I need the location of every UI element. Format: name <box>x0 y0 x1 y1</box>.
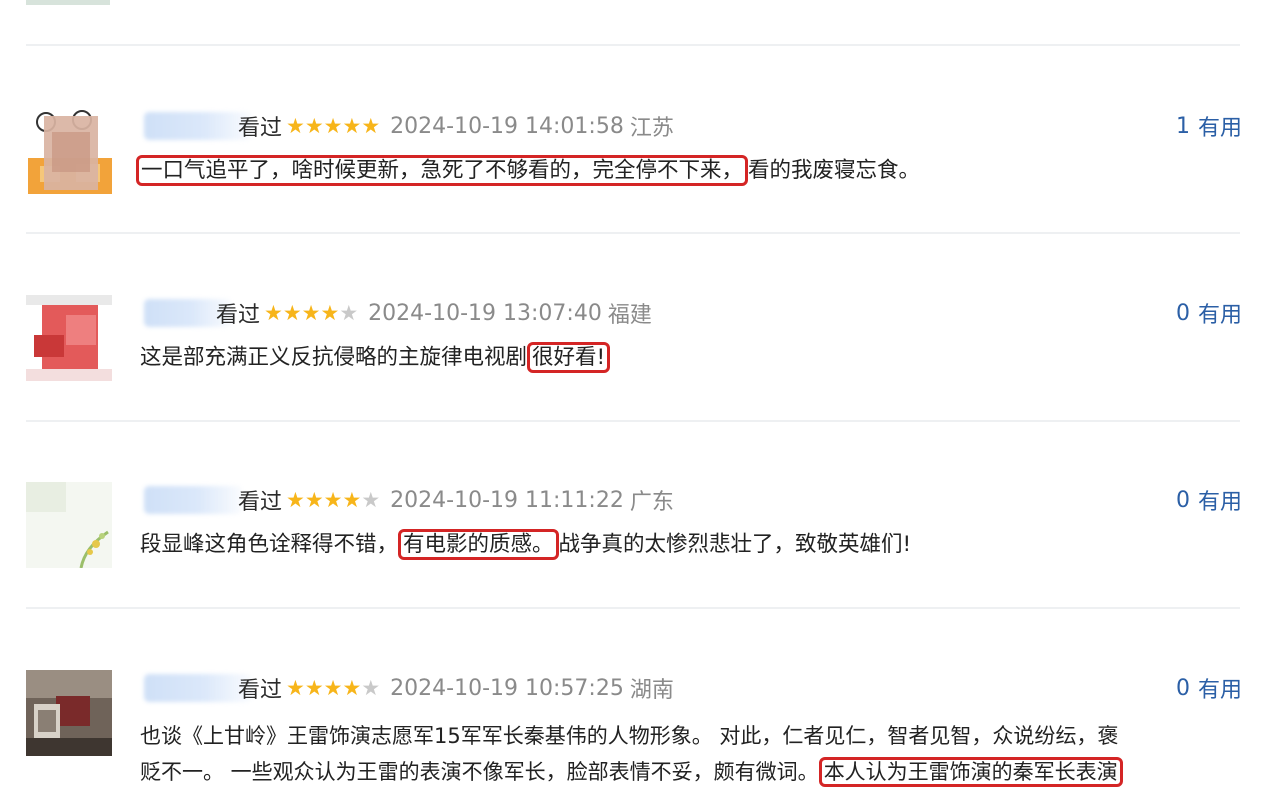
highlighted-text: 很好看! <box>527 342 611 373</box>
review-region: 江苏 <box>629 116 674 141</box>
useful-label: 有用 <box>1197 116 1242 141</box>
useful-count: 1 <box>1175 113 1190 139</box>
content-text: 看的我废寝忘食。 <box>748 158 921 183</box>
review-meta: 看过 ★★★★★ 2024-10-19 10:57:25 湖南 <box>238 670 674 706</box>
review-time: 2024-10-19 13:07:40 <box>368 300 602 326</box>
divider <box>26 44 1240 46</box>
watched-label: 看过 <box>238 490 283 515</box>
star-rating: ★★★★★ <box>264 301 358 325</box>
username-blurred[interactable] <box>144 674 252 702</box>
useful-count: 0 <box>1175 300 1190 326</box>
useful-button[interactable]: 1 有用 <box>1176 108 1242 144</box>
useful-button[interactable]: 0 有用 <box>1176 295 1242 331</box>
highlighted-text: 本人认为王雷饰演的秦军长表演 <box>818 757 1123 787</box>
divider <box>26 420 1240 422</box>
divider <box>26 607 1240 609</box>
star-empty-icon: ★ <box>361 488 381 512</box>
review-meta: 看过 ★★★★★ 2024-10-19 13:07:40 福建 <box>216 295 652 331</box>
review-region: 福建 <box>607 303 652 328</box>
watched-label: 看过 <box>238 678 283 703</box>
content-text: 贬不一。 一些观众认为王雷的表演不像军长，脸部表情不妥，颇有微词。 <box>140 760 819 784</box>
watched-label: 看过 <box>238 116 283 141</box>
review-region: 广东 <box>629 490 674 515</box>
star-rating: ★★★★★ <box>286 488 380 512</box>
review-time: 2024-10-19 11:11:22 <box>390 487 624 513</box>
content-text: 段显峰这角色诠释得不错， <box>140 532 399 557</box>
highlighted-text: 有电影的质感。 <box>398 529 559 560</box>
useful-label: 有用 <box>1197 303 1242 328</box>
star-icon: ★★★★ <box>286 676 362 700</box>
useful-button[interactable]: 0 有用 <box>1176 482 1242 518</box>
content-text: 战争真的太惨烈悲壮了，致敬英雄们! <box>558 532 912 557</box>
content-line: 贬不一。 一些观众认为王雷的表演不像军长，脸部表情不妥，颇有微词。 本人认为王雷饰… <box>140 754 1123 790</box>
review-time: 2024-10-19 10:57:25 <box>390 675 624 701</box>
avatar[interactable] <box>26 108 112 194</box>
star-icon: ★★★★★ <box>286 114 381 138</box>
username-blurred[interactable] <box>144 486 242 514</box>
review-meta: 看过 ★★★★★ 2024-10-19 11:11:22 广东 <box>238 482 674 518</box>
previous-review-avatar-edge <box>26 0 110 5</box>
star-empty-icon: ★ <box>361 676 381 700</box>
review-content: 段显峰这角色诠释得不错， 有电影的质感。 战争真的太惨烈悲壮了，致敬英雄们! <box>140 526 911 564</box>
review-content: 一口气追平了，啥时候更新，急死了不够看的，完全停不下来， 看的我废寝忘食。 <box>136 152 920 190</box>
star-empty-icon: ★ <box>339 301 359 325</box>
useful-button[interactable]: 0 有用 <box>1176 670 1242 706</box>
useful-count: 0 <box>1175 487 1190 513</box>
review-time: 2024-10-19 14:01:58 <box>390 113 624 139</box>
star-icon: ★★★★ <box>286 488 362 512</box>
divider <box>26 232 1240 234</box>
avatar[interactable] <box>26 295 112 381</box>
review-meta: 看过 ★★★★★ 2024-10-19 14:01:58 江苏 <box>238 108 674 144</box>
content-text: 这是部充满正义反抗侵略的主旋律电视剧 <box>140 345 528 370</box>
useful-label: 有用 <box>1197 490 1242 515</box>
watched-label: 看过 <box>216 303 261 328</box>
avatar[interactable] <box>26 482 112 568</box>
star-icon: ★★★★ <box>264 301 340 325</box>
review-content: 也谈《上甘岭》王雷饰演志愿军15军军长秦基伟的人物形象。 对此，仁者见仁，智者见… <box>140 718 1123 790</box>
username-blurred[interactable] <box>144 112 252 140</box>
highlighted-text: 一口气追平了，啥时候更新，急死了不够看的，完全停不下来， <box>136 155 749 186</box>
useful-count: 0 <box>1175 675 1190 701</box>
review-content: 这是部充满正义反抗侵略的主旋律电视剧 很好看! <box>140 339 611 377</box>
useful-label: 有用 <box>1197 678 1242 703</box>
star-rating: ★★★★★ <box>286 114 380 138</box>
content-line: 也谈《上甘岭》王雷饰演志愿军15军军长秦基伟的人物形象。 对此，仁者见仁，智者见… <box>140 724 1119 748</box>
star-rating: ★★★★★ <box>286 676 380 700</box>
avatar[interactable] <box>26 670 112 756</box>
review-region: 湖南 <box>629 678 674 703</box>
